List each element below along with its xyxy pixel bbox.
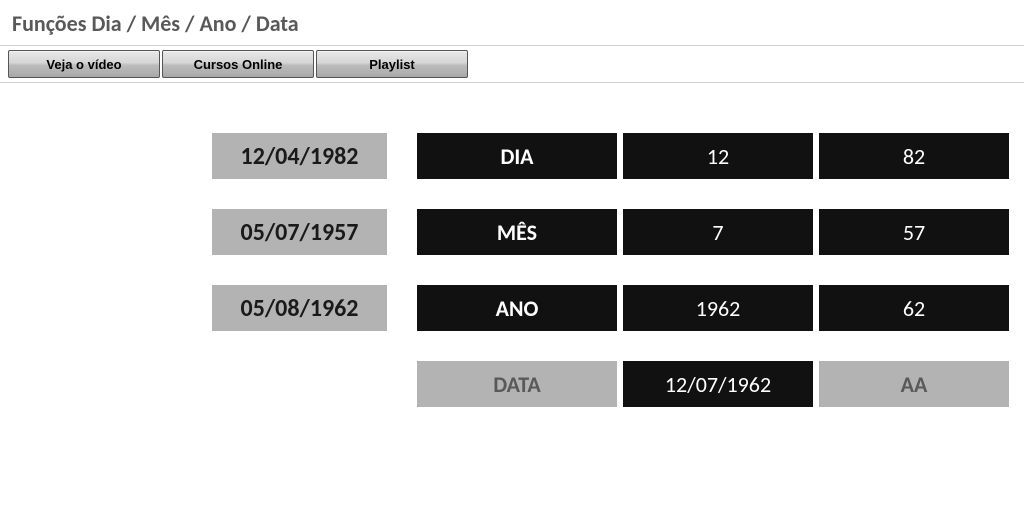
cell-function-label: DIA — [417, 133, 617, 179]
cell-function-label: MÊS — [417, 209, 617, 255]
cell-footer-date: 12/07/1962 — [623, 361, 813, 407]
table-row: 05/08/1962 ANO 1962 62 — [212, 285, 1024, 331]
cell-result-1: 7 — [623, 209, 813, 255]
table-row: 05/07/1957 MÊS 7 57 — [212, 209, 1024, 255]
page-title: Funções Dia / Mês / Ano / Data — [0, 0, 1024, 46]
video-button[interactable]: Veja o vídeo — [8, 50, 160, 78]
cell-result-2: 57 — [819, 209, 1009, 255]
cursos-button[interactable]: Cursos Online — [162, 50, 314, 78]
cell-footer-label: DATA — [417, 361, 617, 407]
cell-result-2: 82 — [819, 133, 1009, 179]
cell-footer-aa: AA — [819, 361, 1009, 407]
cell-function-label: ANO — [417, 285, 617, 331]
cell-result-2: 62 — [819, 285, 1009, 331]
cell-input-date: 05/07/1957 — [212, 209, 387, 255]
cell-input-date: 12/04/1982 — [212, 133, 387, 179]
content-area: 12/04/1982 DIA 12 82 05/07/1957 MÊS 7 57… — [0, 83, 1024, 407]
cell-input-date: 05/08/1962 — [212, 285, 387, 331]
table-row-footer: DATA 12/07/1962 AA — [212, 361, 1024, 407]
button-bar: Veja o vídeo Cursos Online Playlist — [0, 46, 1024, 83]
playlist-button[interactable]: Playlist — [316, 50, 468, 78]
cell-result-1: 12 — [623, 133, 813, 179]
table-row: 12/04/1982 DIA 12 82 — [212, 133, 1024, 179]
cell-result-1: 1962 — [623, 285, 813, 331]
